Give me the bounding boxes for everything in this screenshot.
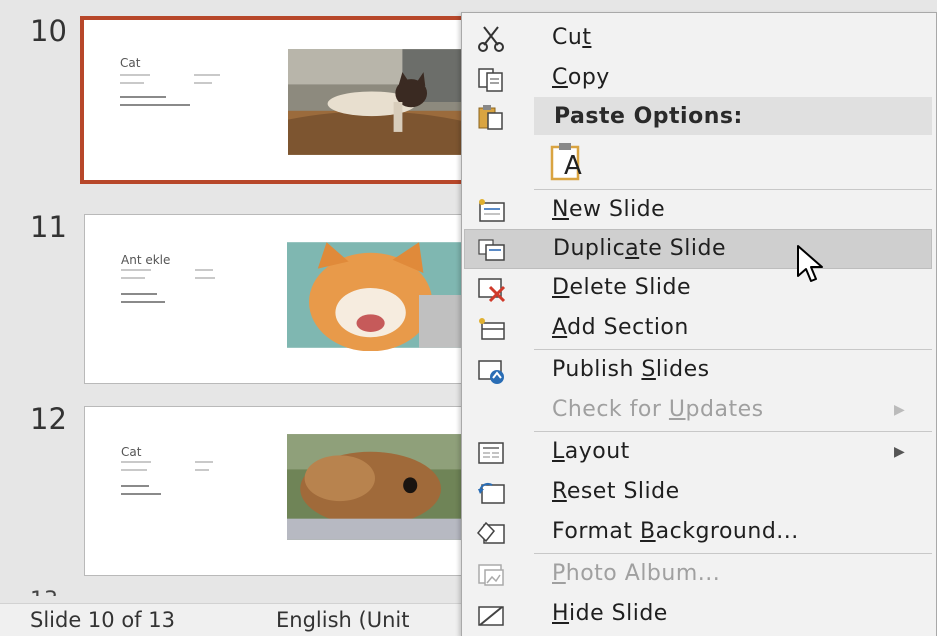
submenu-arrow-icon: ▶	[894, 444, 905, 460]
menu-item-label: Reset Slide	[552, 479, 680, 504]
slide-title: Cat	[120, 56, 141, 70]
slide-title: Cat	[121, 445, 142, 459]
menu-item-label: Format Background...	[552, 519, 799, 544]
menu-item-label: Hide Slide	[552, 601, 668, 626]
orange-cat-photo	[287, 242, 463, 351]
slide-number: 13	[30, 588, 58, 596]
menu-item-check-for-updates: Check for Updates ▶	[462, 391, 934, 429]
slide-indicator[interactable]: Slide 10 of 13	[30, 608, 175, 632]
menu-separator	[534, 553, 932, 554]
menu-item-label: Check for Updates	[552, 397, 764, 422]
slide-number: 12	[30, 402, 67, 436]
layout-icon	[478, 442, 504, 464]
menu-item-label: Duplicate Slide	[553, 236, 726, 261]
menu-item-label: Layout	[552, 439, 630, 464]
menu-separator	[534, 431, 932, 432]
copy-icon	[478, 68, 503, 92]
menu-item-delete-slide[interactable]: Delete Slide	[462, 269, 934, 307]
format-background-icon	[476, 521, 505, 544]
menu-item-cut[interactable]: Cut	[462, 19, 934, 57]
publish-slides-icon	[478, 360, 504, 384]
paste-text-glyph: A	[564, 151, 582, 181]
guinea-pig-photo	[287, 434, 463, 540]
paste-icon	[478, 105, 503, 130]
scissors-icon	[478, 26, 504, 52]
mouse-pointer-icon	[797, 245, 823, 282]
menu-item-format-background[interactable]: Format Background...	[462, 513, 934, 551]
slide-title: Ant ekle	[121, 253, 171, 267]
menu-item-duplicate-slide[interactable]: Duplicate Slide	[464, 229, 932, 269]
menu-item-hide-slide[interactable]: Hide Slide	[462, 595, 934, 633]
context-menu: Cut Copy Paste Options: A New Slide Dupl…	[461, 12, 937, 636]
duplicate-slide-icon	[478, 239, 505, 261]
language-indicator[interactable]: English (Unit	[276, 608, 409, 632]
hide-slide-icon	[478, 606, 504, 626]
menu-item-publish-slides[interactable]: Publish Slides	[462, 351, 934, 389]
menu-item-new-slide[interactable]: New Slide	[462, 191, 934, 229]
menu-item-label: Copy	[552, 65, 610, 90]
menu-item-reset-slide[interactable]: Reset Slide	[462, 473, 934, 511]
slide-number: 11	[30, 210, 67, 244]
menu-item-photo-album: Photo Album...	[462, 555, 934, 593]
paste-options-label: Paste Options:	[554, 104, 743, 129]
menu-item-layout[interactable]: Layout ▶	[462, 433, 934, 471]
reset-slide-icon	[478, 482, 505, 504]
add-section-icon	[479, 318, 505, 340]
menu-item-label: Photo Album...	[552, 561, 721, 586]
menu-item-add-section[interactable]: Add Section	[462, 309, 934, 347]
menu-item-label: Publish Slides	[552, 357, 710, 382]
menu-item-label: New Slide	[552, 197, 666, 222]
new-slide-icon	[479, 199, 505, 222]
menu-item-label: Add Section	[552, 315, 689, 340]
photo-album-icon	[478, 564, 504, 586]
delete-slide-icon	[478, 278, 506, 303]
menu-item-copy[interactable]: Copy	[462, 59, 934, 97]
menu-separator	[534, 349, 932, 350]
submenu-arrow-icon: ▶	[894, 402, 905, 418]
menu-item-label: Delete Slide	[552, 275, 691, 300]
menu-separator	[534, 189, 932, 190]
paste-keep-text-only-button[interactable]: A	[548, 141, 592, 181]
menu-item-label: Cut	[552, 25, 592, 50]
slide-number: 10	[30, 14, 67, 48]
siamese-cat-photo	[288, 49, 464, 155]
paste-options-header: Paste Options:	[534, 97, 932, 135]
